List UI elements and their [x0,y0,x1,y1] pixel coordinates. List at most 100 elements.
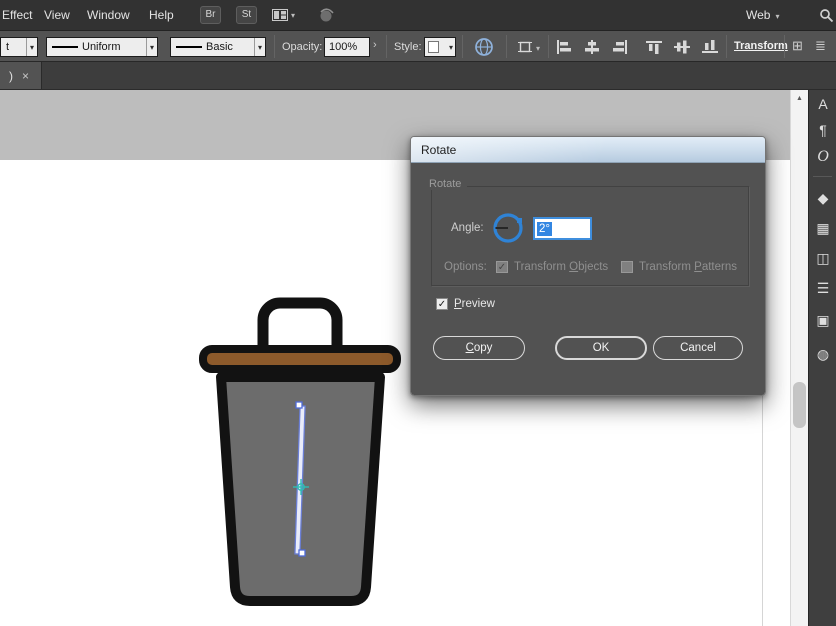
transform-link[interactable]: Transform [734,40,788,52]
style-swatch [428,41,439,53]
preview-label[interactable]: Preview [454,298,495,310]
align-left-icon[interactable] [556,40,572,57]
separator [726,35,727,58]
style-dropdown[interactable]: ▾ [424,37,456,57]
transform-patterns-label[interactable]: Transform Patterns [639,261,737,273]
menu-help[interactable]: Help [149,0,174,30]
dialog-title-bar[interactable]: Rotate [411,137,765,163]
brush-definition-dropdown[interactable]: Basic ▾ [170,37,266,57]
paragraph-panel-icon[interactable]: ¶ [809,122,836,138]
trash-lid [203,349,397,369]
label-mnemonic: O [569,261,578,273]
width-profile-preview [52,46,78,48]
angle-label: Angle: [451,222,484,234]
align-center-vertical-icon[interactable] [674,40,690,57]
menu-view[interactable]: View [44,0,70,30]
document-tab-bar: ) × [0,62,836,90]
grid-options-icon[interactable]: ⊞ [792,38,803,54]
label-text: Transform [639,261,694,273]
label-mnemonic: P [694,261,702,273]
bridge-button[interactable]: Br [200,6,221,24]
angle-value-selected-text: 2° [537,222,552,236]
character-panel-icon[interactable]: A [809,96,836,112]
illustrator-window: Effect View Window Help Br St ▾ Web ▾ t ▾… [0,0,836,626]
cancel-button[interactable]: Cancel [653,336,743,360]
align-bottom-icon[interactable] [702,40,718,57]
hand-gesture-icon[interactable] [318,7,335,27]
anchor-point-bottom[interactable] [299,550,305,556]
options-label: Options: [444,261,487,273]
artboard-options-icon[interactable] [518,40,532,57]
angle-input[interactable]: 2° [533,217,592,240]
separator [462,35,463,58]
document-tab[interactable]: ) × [0,62,42,89]
width-profile-dropdown[interactable]: Uniform ▾ [46,37,158,57]
color-panel-icon[interactable]: ◍ [809,346,836,363]
menu-window[interactable]: Window [87,0,130,30]
document-tab-label: ) [9,69,13,83]
align-top-icon[interactable] [646,40,662,57]
artboards-panel-icon[interactable]: ▣ [809,312,836,329]
style-label: Style: [394,41,422,53]
label-mnemonic: C [466,342,474,354]
arrange-documents-icon[interactable] [272,9,288,24]
stock-button[interactable]: St [236,6,257,24]
anchor-point-top[interactable] [296,402,302,408]
swatches-panel-icon[interactable]: ▦ [809,220,836,237]
chevron-down-icon: ▾ [254,38,265,56]
menu-lines-icon[interactable]: ≣ [815,38,826,54]
label-text: review [462,298,495,310]
rotate-dialog: Rotate Rotate Angle: 2° Options: ✓ Trans… [410,136,766,396]
ok-button[interactable]: OK [555,336,647,360]
preview-checkbox[interactable]: ✓ [436,298,448,310]
chevron-down-icon: ▾ [536,44,540,53]
stroke-weight-dropdown[interactable]: t ▾ [0,37,38,57]
stroke-weight-value: t [6,41,18,53]
align-right-icon[interactable] [612,40,628,57]
label-text: Transform [514,261,569,273]
chevron-down-icon: ▾ [291,11,295,20]
close-icon[interactable]: × [22,69,29,83]
menu-bar: Effect View Window Help Br St ▾ Web ▾ [0,0,836,30]
copy-button[interactable]: Copy [433,336,525,360]
appearance-panel-icon[interactable]: ◆ [809,190,836,207]
separator [784,35,785,58]
control-bar: t ▾ Uniform ▾ Basic ▾ Opacity: 100% › St… [0,30,836,62]
transform-patterns-checkbox[interactable] [621,261,633,273]
search-icon[interactable] [819,8,834,26]
width-profile-value: Uniform [82,41,138,53]
chevron-right-icon[interactable]: › [373,39,377,51]
chevron-down-icon: ▾ [447,38,455,56]
separator [386,35,387,58]
vertical-scrollbar[interactable]: ▲ [790,90,808,626]
label-text: atterns [702,261,737,273]
workspace-label: Web [746,8,770,22]
chevron-down-icon: ▾ [26,38,37,56]
scroll-up-arrow[interactable]: ▲ [791,90,808,106]
workspace-switcher[interactable]: Web ▾ [746,0,779,32]
dialog-body: Rotate Angle: 2° Options: ✓ Transform Ob… [411,163,765,396]
angle-dial-icon[interactable] [491,211,525,248]
chevron-down-icon: ▾ [146,38,157,56]
separator [274,35,275,58]
menu-effect[interactable]: Effect [2,0,32,30]
align-center-horizontal-icon[interactable] [584,40,600,57]
opacity-label[interactable]: Opacity: [282,41,322,53]
brush-value: Basic [206,41,246,53]
brush-preview [176,46,202,48]
symbols-panel-icon[interactable]: ◫ [809,250,836,267]
transform-objects-label[interactable]: Transform Objects [514,261,608,273]
dock-divider [813,176,832,177]
stroke-panel-icon[interactable]: ☰ [809,280,836,297]
chevron-down-icon: ▾ [775,12,779,21]
panel-dock: A ¶ O ◆ ▦ ◫ ☰ ▣ ◍ [808,90,836,626]
opacity-field[interactable]: 100% [324,37,370,57]
globe-icon[interactable] [474,37,494,60]
opentype-panel-icon[interactable]: O [809,148,836,166]
scrollbar-thumb[interactable] [793,382,806,428]
groupbox-label: Rotate [423,178,467,190]
separator [548,35,549,58]
label-text: opy [474,342,493,354]
transform-objects-checkbox[interactable]: ✓ [496,261,508,273]
label-mnemonic: P [454,298,462,310]
